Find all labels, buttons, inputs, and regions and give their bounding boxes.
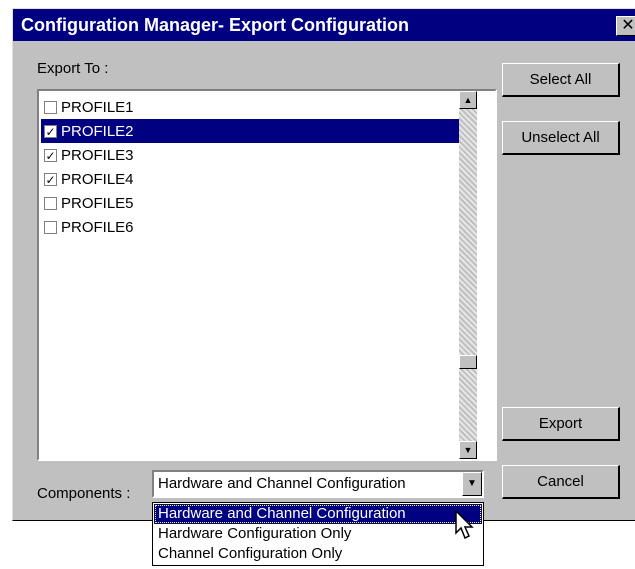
profile-label: PROFILE6 [61,218,134,236]
profile-list-item[interactable]: PROFILE1 [41,95,459,119]
profile-label: PROFILE4 [61,170,134,188]
profile-list-item[interactable]: PROFILE5 [41,191,459,215]
dropdown-option[interactable]: Channel Configuration Only [154,544,482,564]
checkbox-unchecked[interactable] [44,196,57,210]
profile-label: PROFILE3 [61,146,134,164]
close-icon: ✕ [621,17,635,34]
profile-list-item[interactable]: ✓ PROFILE2 [41,119,459,143]
title-bar: Configuration Manager- Export Configurat… [13,9,635,41]
scroll-thumb[interactable] [459,355,477,369]
down-arrow-icon: ▼ [463,445,473,455]
export-button[interactable]: Export [502,407,620,441]
dropdown-option[interactable]: Hardware and Channel Configuration [154,504,482,524]
checkbox-unchecked[interactable] [44,100,57,114]
profile-label: PROFILE1 [61,98,134,116]
profile-label: PROFILE2 [61,122,134,140]
checkbox-checked[interactable]: ✓ [44,124,57,138]
close-button[interactable]: ✕ [616,16,635,36]
export-configuration-dialog: Configuration Manager- Export Configurat… [12,8,635,521]
checkbox-unchecked[interactable] [44,220,57,234]
checkbox-checked[interactable]: ✓ [44,148,57,162]
unselect-all-button[interactable]: Unselect All [502,121,620,155]
scroll-down-button[interactable]: ▼ [459,441,477,459]
profile-list-item[interactable]: PROFILE6 [41,215,459,239]
profile-listbox[interactable]: PROFILE1 ✓ PROFILE2 ✓ PROFILE3 ✓ PROFILE4 PROFI… [37,89,497,461]
components-dropdown-button[interactable]: ▼ [462,472,482,496]
up-arrow-icon: ▲ [463,95,473,105]
scroll-up-button[interactable]: ▲ [459,91,477,109]
components-select[interactable]: Hardware and Channel Configuration ▼ [152,470,484,498]
cancel-button[interactable]: Cancel [502,465,620,499]
dropdown-option[interactable]: Hardware Configuration Only [154,524,482,544]
components-label: Components : [37,485,131,502]
components-dropdown-list: Hardware and Channel Configuration Hardw… [152,502,484,566]
components-selected-value: Hardware and Channel Configuration [158,475,406,492]
profile-label: PROFILE5 [61,194,134,212]
profile-list-item[interactable]: ✓ PROFILE4 [41,167,459,191]
down-arrow-icon: ▼ [467,478,477,489]
listbox-scrollbar[interactable]: ▲ ▼ [459,91,477,459]
select-all-button[interactable]: Select All [502,63,620,97]
checkbox-checked[interactable]: ✓ [44,172,57,186]
window-title: Configuration Manager- Export Configurat… [21,15,409,35]
export-to-label: Export To : [37,60,109,77]
mouse-pointer-icon [455,510,474,540]
profile-list-item[interactable]: ✓ PROFILE3 [41,143,459,167]
